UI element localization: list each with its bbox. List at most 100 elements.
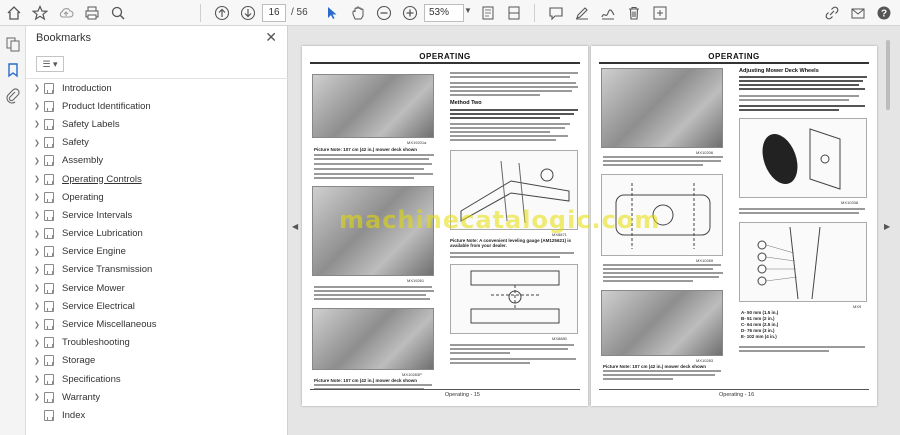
bookmark-label: Operating xyxy=(62,191,104,203)
comment-icon[interactable] xyxy=(546,3,566,23)
figure-id: MX9 xyxy=(853,304,862,309)
email-icon[interactable] xyxy=(848,3,868,23)
bookmark-item[interactable]: ❯ Storage xyxy=(26,352,288,370)
toolbar-separator xyxy=(200,4,201,22)
bookmark-icon xyxy=(44,137,54,149)
bookmark-item[interactable]: ❯ Assembly xyxy=(26,152,288,170)
bookmark-item[interactable]: ❯ Service Intervals xyxy=(26,206,288,224)
bookmark-icon xyxy=(44,100,54,112)
bookmark-item[interactable]: ❯ Safety Labels xyxy=(26,115,288,133)
page-footer: Operating - 16 xyxy=(599,389,869,398)
bookmark-item[interactable]: ❯ Introduction xyxy=(26,79,288,97)
chevron-right-icon[interactable]: ❯ xyxy=(26,157,40,165)
chevron-right-icon[interactable]: ❯ xyxy=(26,375,40,383)
chevron-right-icon[interactable]: ❯ xyxy=(26,193,40,201)
picture-note: Picture Note: A convenient leveling gaug… xyxy=(450,238,571,248)
highlight-pen-icon[interactable] xyxy=(572,3,592,23)
draw-signature-icon[interactable] xyxy=(598,3,618,23)
chevron-right-icon[interactable]: ❯ xyxy=(26,175,40,183)
document-scrollbar[interactable] xyxy=(886,40,890,110)
trash-icon[interactable] xyxy=(624,3,644,23)
chevron-right-icon[interactable]: ❯ xyxy=(26,393,40,401)
share-link-icon[interactable] xyxy=(822,3,842,23)
bookmark-item[interactable]: ❯ Specifications xyxy=(26,370,288,388)
chevron-right-icon[interactable]: ❯ xyxy=(26,357,40,365)
bookmark-label: Service Intervals xyxy=(62,209,133,221)
navigation-rail xyxy=(0,26,26,435)
home-icon[interactable] xyxy=(4,3,24,23)
cloud-upload-icon[interactable] xyxy=(56,3,76,23)
figure-id: MX19201a xyxy=(407,140,427,145)
chevron-right-icon[interactable]: ❯ xyxy=(26,248,40,256)
bookmark-icon xyxy=(44,173,54,185)
page-number-input[interactable]: 16 xyxy=(262,4,286,22)
zoom-out-icon[interactable] xyxy=(374,3,394,23)
chevron-right-icon[interactable]: ❯ xyxy=(26,230,40,238)
bookmark-label: Specifications xyxy=(62,373,121,385)
bookmark-label: Warranty xyxy=(62,391,101,403)
mower-deck-front-photo xyxy=(312,308,434,370)
bookmark-options-dropdown[interactable]: ☰ ▾ xyxy=(36,56,64,72)
chevron-down-icon[interactable]: ▼ xyxy=(464,6,472,15)
panel-title: Bookmarks xyxy=(36,32,92,44)
previous-page-icon[interactable] xyxy=(212,3,232,23)
chevron-right-icon[interactable]: ❯ xyxy=(26,102,40,110)
chevron-right-icon[interactable]: ❯ xyxy=(26,120,40,128)
bookmark-item[interactable]: ❯ Service Miscellaneous xyxy=(26,315,288,333)
bookmark-item[interactable]: ❯ Service Engine xyxy=(26,243,288,261)
page-thumbnails-icon[interactable] xyxy=(5,36,21,52)
chevron-right-icon[interactable]: ❯ xyxy=(26,284,40,292)
bookmark-list: ❯ Introduction ❯ Product Identification ❯ Saf… xyxy=(26,79,288,425)
bookmarks-panel-icon[interactable] xyxy=(5,62,21,78)
hand-tool-icon[interactable] xyxy=(348,3,368,23)
bookmark-icon xyxy=(44,209,54,221)
main-toolbar: 16 / 56 53% ▼ ? xyxy=(0,0,900,26)
expand-tools-arrow-icon[interactable]: ▶ xyxy=(884,222,890,231)
chevron-right-icon[interactable]: ❯ xyxy=(26,266,40,274)
chevron-right-icon[interactable]: ❯ xyxy=(26,139,40,147)
section-heading: Adjusting Mower Deck Wheels xyxy=(739,68,819,74)
section-heading: Method Two xyxy=(450,100,482,106)
zoom-in-icon[interactable] xyxy=(400,3,420,23)
attachments-paperclip-icon[interactable] xyxy=(5,88,21,104)
collapse-panel-arrow-icon[interactable]: ◀ xyxy=(292,222,298,231)
bookmark-item[interactable]: ❯ Service Electrical xyxy=(26,297,288,315)
chevron-right-icon[interactable]: ❯ xyxy=(26,84,40,92)
bookmark-label: Safety xyxy=(62,137,89,149)
bookmark-item[interactable]: ❯ Warranty xyxy=(26,388,288,406)
scroll-mode-icon[interactable] xyxy=(504,3,524,23)
close-icon[interactable]: ✕ xyxy=(265,29,277,46)
chevron-right-icon[interactable]: ❯ xyxy=(26,321,40,329)
bookmark-label: Service Miscellaneous xyxy=(62,319,157,331)
bookmark-label: Assembly xyxy=(62,155,104,167)
chevron-right-icon[interactable]: ❯ xyxy=(26,339,40,347)
print-icon[interactable] xyxy=(82,3,102,23)
chevron-right-icon[interactable]: ❯ xyxy=(26,302,40,310)
fit-page-icon[interactable] xyxy=(478,3,498,23)
bookmark-icon xyxy=(44,337,54,349)
zoom-level-input[interactable]: 53% xyxy=(424,4,464,22)
bookmark-icon xyxy=(44,155,54,167)
select-cursor-icon[interactable] xyxy=(322,3,342,23)
bookmark-star-icon[interactable] xyxy=(30,3,50,23)
bookmark-item[interactable]: ❯ Product Identification xyxy=(26,97,288,115)
bookmark-item[interactable]: ❯ Safety xyxy=(26,134,288,152)
blade-measurement-drawing xyxy=(450,264,578,334)
bookmark-item[interactable]: Index xyxy=(26,406,288,424)
help-icon[interactable]: ? xyxy=(874,3,894,23)
bookmark-item[interactable]: ❯ Operating Controls xyxy=(26,170,288,188)
svg-text:?: ? xyxy=(881,9,887,20)
search-icon[interactable] xyxy=(108,3,128,23)
chevron-right-icon[interactable]: ❯ xyxy=(26,211,40,219)
bookmark-item[interactable]: ❯ Service Lubrication xyxy=(26,225,288,243)
more-tools-icon[interactable] xyxy=(650,3,670,23)
mower-deck-photo xyxy=(312,74,434,138)
bookmark-item[interactable]: ❯ Troubleshooting xyxy=(26,334,288,352)
next-page-icon[interactable] xyxy=(238,3,258,23)
figure-id: MX19261 xyxy=(407,278,425,283)
bookmark-label: Service Electrical xyxy=(62,300,135,312)
bookmark-label: Operating Controls xyxy=(62,173,142,185)
bookmark-item[interactable]: ❯ Operating xyxy=(26,188,288,206)
bookmark-item[interactable]: ❯ Service Mower xyxy=(26,279,288,297)
bookmark-item[interactable]: ❯ Service Transmission xyxy=(26,261,288,279)
